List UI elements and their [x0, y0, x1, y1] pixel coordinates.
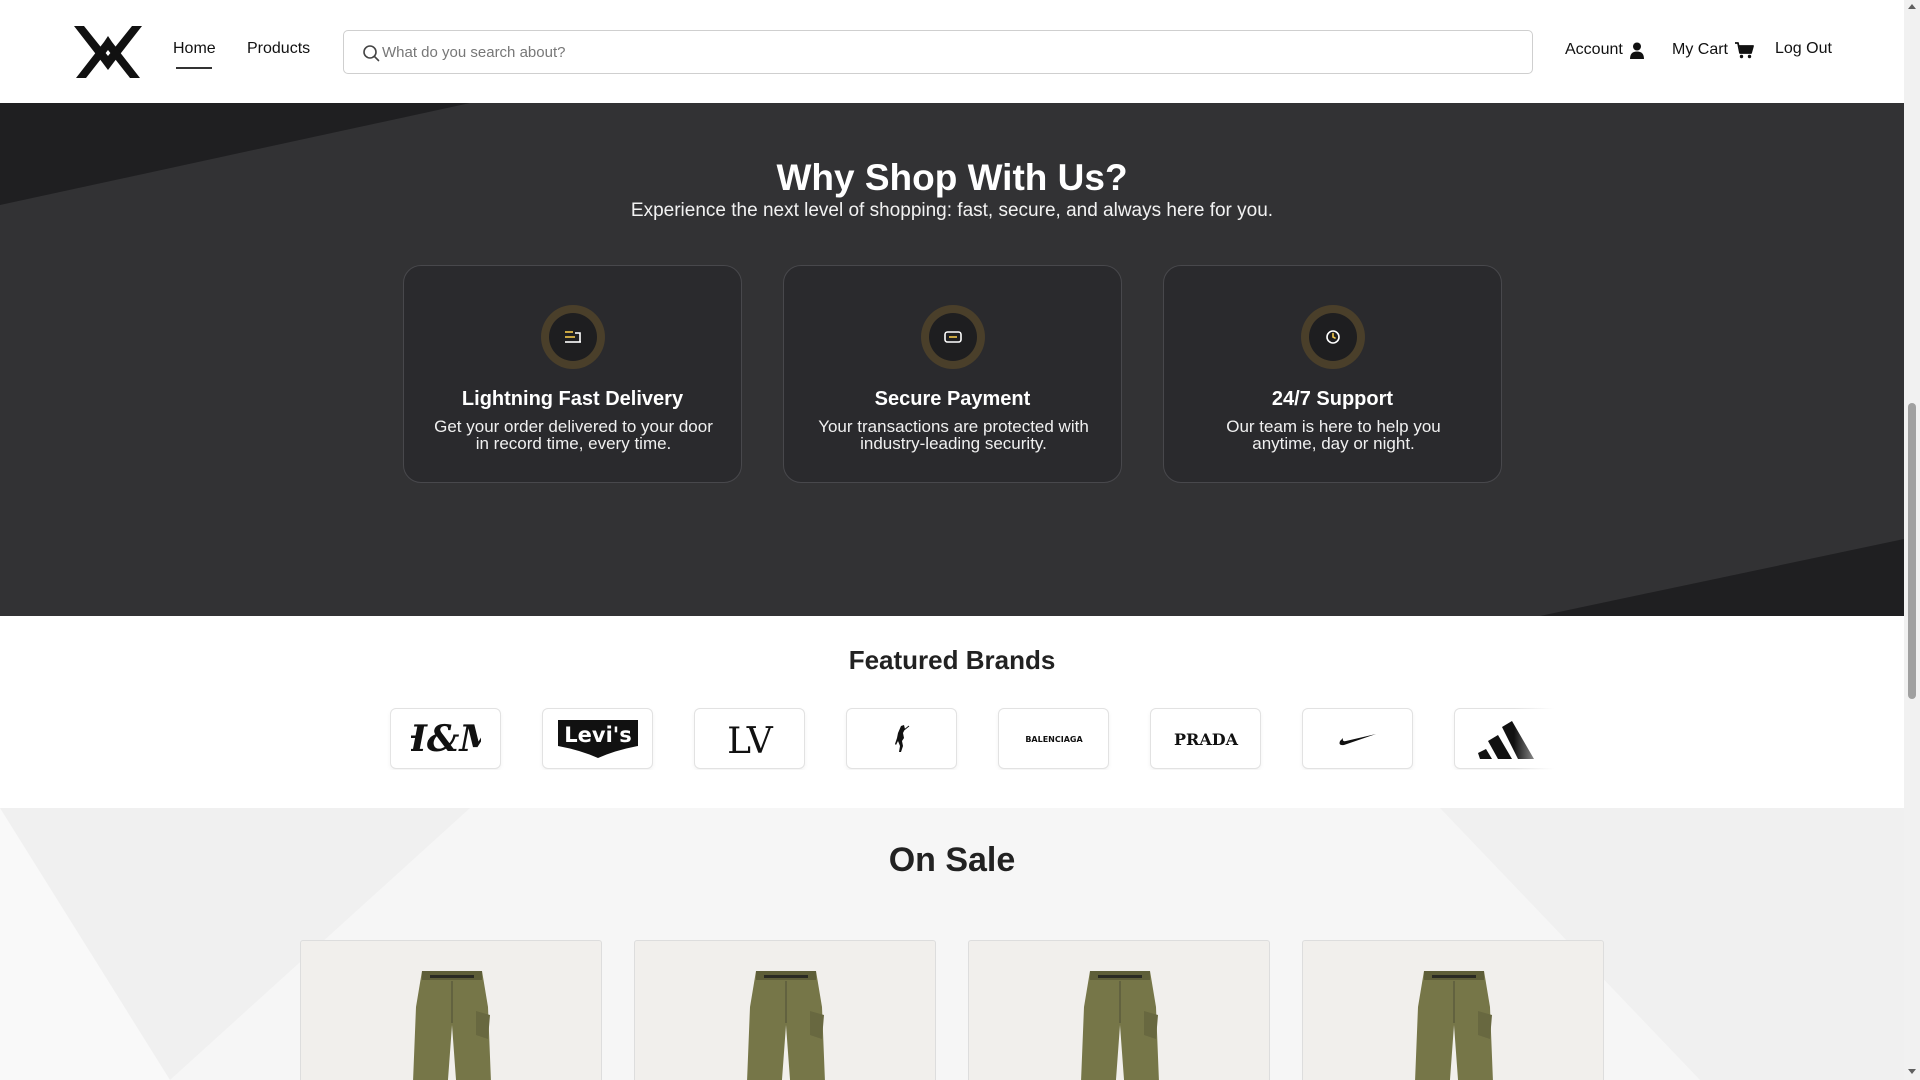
featured-brands-title: Featured Brands: [848, 645, 1056, 675]
active-nav-indicator: [176, 67, 212, 69]
feature-card-support: 24/7 Support Our team is here to help yo…: [1163, 265, 1502, 483]
search-icon: [363, 45, 380, 62]
product-card[interactable]: [300, 940, 602, 1080]
section-subtitle: Experience the next level of shopping: f…: [630, 200, 1274, 221]
hm-logo-icon: H&M: [411, 718, 481, 760]
cargo-pants-image-icon: [1081, 971, 1159, 1080]
brand-polo[interactable]: [846, 708, 957, 769]
product-card[interactable]: [968, 940, 1270, 1080]
prada-logo-icon: PRADA: [1173, 730, 1238, 749]
levis-logo-icon: Levi's: [557, 719, 638, 758]
feature-description: Get your order delivered to your door in…: [434, 417, 713, 453]
card-payment-icon: [944, 331, 962, 343]
page-scrollbar[interactable]: [1904, 0, 1920, 1080]
feature-icon-badge: [1301, 305, 1365, 369]
feature-description: Your transactions are protected with ind…: [818, 417, 1089, 453]
delivery-icon: [565, 331, 581, 343]
product-card[interactable]: [634, 940, 936, 1080]
user-icon: [1629, 42, 1644, 59]
nav-home-link[interactable]: Home: [173, 40, 216, 58]
brand-carousel: H&M Levi's LV BALENCIAGA PRADA: [354, 706, 1554, 770]
feature-card-payment: Secure Payment Your transactions are pro…: [783, 265, 1122, 483]
why-shop-section: Why Shop With Us? Experience the next le…: [0, 103, 1904, 616]
site-header: Home Products Account My Cart Log Out: [0, 0, 1904, 103]
cart-link[interactable]: My Cart: [1672, 41, 1754, 59]
cargo-pants-image-icon: [413, 971, 491, 1080]
feature-icon-badge: [541, 305, 605, 369]
scroll-up-arrow-icon[interactable]: [1908, 4, 1916, 9]
brand-logo-icon[interactable]: [74, 26, 142, 78]
brand-logo-text: PRADA: [1173, 730, 1238, 749]
feature-title: Lightning Fast Delivery: [461, 388, 684, 410]
brand-logo-text: BALENCIAGA: [1025, 735, 1083, 744]
brand-logo-text: Levi's: [564, 723, 631, 747]
brand-hm[interactable]: H&M: [390, 708, 501, 769]
search-bar[interactable]: [343, 30, 1533, 74]
feature-title: Secure Payment: [874, 388, 1031, 410]
account-link[interactable]: Account: [1565, 41, 1644, 59]
cargo-pants-image-icon: [747, 971, 825, 1080]
logout-label: Log Out: [1775, 40, 1832, 57]
balenciaga-logo-icon: BALENCIAGA: [1025, 735, 1083, 744]
clock-icon: [1326, 330, 1340, 344]
nike-swoosh-icon: [1339, 733, 1376, 745]
scroll-down-arrow-icon[interactable]: [1908, 1069, 1916, 1074]
on-sale-section: On Sale: [0, 808, 1904, 1080]
cart-icon: [1735, 41, 1754, 58]
feature-icon-badge: [921, 305, 985, 369]
on-sale-title: On Sale: [888, 841, 1016, 879]
brand-nike[interactable]: [1302, 708, 1413, 769]
feature-card-delivery: Lightning Fast Delivery Get your order d…: [403, 265, 742, 483]
brand-logo-text: H&M: [411, 718, 481, 760]
product-card[interactable]: [1302, 940, 1604, 1080]
feature-description: Our team is here to help you anytime, da…: [1226, 417, 1441, 453]
brand-logo-text: LV: [727, 721, 774, 761]
feature-title: 24/7 Support: [1271, 388, 1394, 410]
cart-label: My Cart: [1672, 41, 1728, 58]
logout-link[interactable]: Log Out: [1775, 40, 1832, 58]
account-label: Account: [1565, 41, 1623, 58]
carousel-fade-right: [1514, 706, 1554, 770]
polo-horse-icon: [894, 724, 909, 752]
brand-louis-vuitton[interactable]: LV: [694, 708, 805, 769]
search-input[interactable]: [382, 39, 1512, 65]
carousel-fade-left: [354, 706, 394, 770]
lv-logo-icon: LV: [727, 721, 774, 761]
scrollbar-thumb[interactable]: [1908, 403, 1916, 699]
section-title: Why Shop With Us?: [776, 157, 1128, 198]
nav-products-link[interactable]: Products: [247, 40, 310, 58]
brand-prada[interactable]: PRADA: [1150, 708, 1261, 769]
cargo-pants-image-icon: [1415, 971, 1493, 1080]
brand-balenciaga[interactable]: BALENCIAGA: [998, 708, 1109, 769]
brand-levis[interactable]: Levi's: [542, 708, 653, 769]
